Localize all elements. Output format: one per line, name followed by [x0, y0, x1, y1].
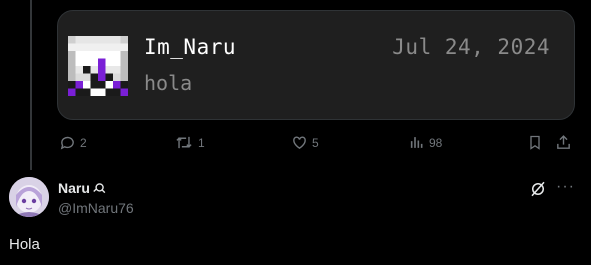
bookmark-icon	[530, 135, 540, 150]
repost-icon	[176, 136, 192, 149]
like-count: 5	[312, 135, 319, 150]
like-button[interactable]: 5	[291, 134, 319, 151]
grok-icon	[531, 181, 545, 197]
repost-button[interactable]: 1	[174, 134, 205, 151]
tweet-action-bar: 2 1 5 98	[57, 134, 577, 156]
bookmark-button[interactable]	[527, 134, 543, 151]
embedded-image-card[interactable]: Im_Naru Jul 24, 2024 hola	[57, 10, 575, 120]
avatar[interactable]	[9, 177, 49, 217]
views-button[interactable]: 98	[409, 134, 442, 151]
heart-icon	[293, 136, 306, 150]
user-handle[interactable]: @ImNaru76	[58, 200, 134, 216]
embed-message: hola	[144, 71, 193, 95]
repost-count: 1	[198, 135, 205, 150]
share-button[interactable]	[555, 134, 572, 151]
thread-connector-line	[30, 0, 32, 170]
reply-icon	[60, 136, 74, 150]
more-options-button[interactable]: ···	[556, 178, 575, 196]
emoji-badge-icon	[93, 183, 106, 194]
avatar-image	[9, 177, 49, 217]
reply-count: 2	[80, 135, 87, 150]
display-name-text: Naru	[58, 180, 90, 196]
grok-button[interactable]	[529, 180, 547, 203]
tweet-text: Hola	[9, 236, 40, 253]
display-name[interactable]: Naru	[58, 180, 106, 196]
views-icon	[410, 137, 423, 148]
share-icon	[557, 135, 570, 149]
reply-button[interactable]: 2	[59, 134, 87, 151]
embed-username: Im_Naru	[144, 35, 237, 59]
pixel-avatar-image	[68, 36, 128, 96]
embed-date: Jul 24, 2024	[392, 35, 550, 59]
more-icon: ···	[556, 178, 575, 195]
views-count: 98	[429, 135, 443, 150]
